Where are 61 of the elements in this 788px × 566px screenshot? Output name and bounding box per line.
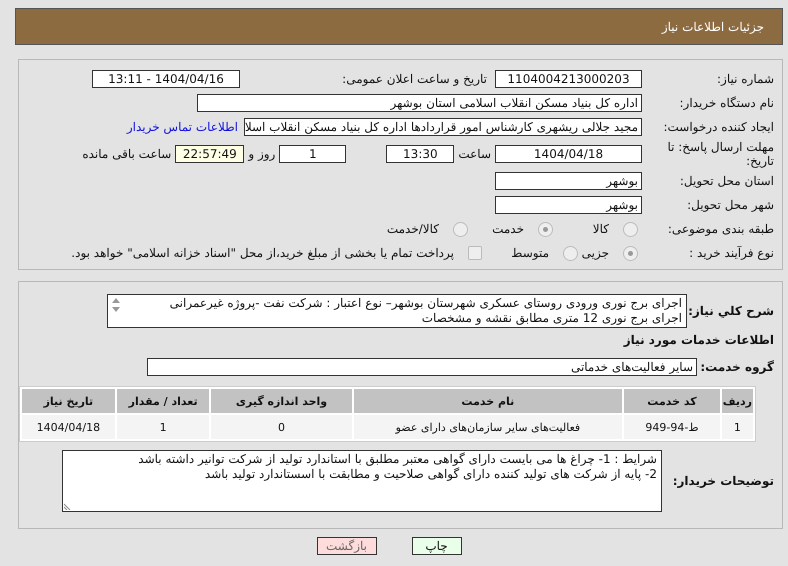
buyer-contact-link[interactable]: اطلاعات تماس خریدار (126, 120, 238, 134)
requester-field: مجید جلالی ریشهری کارشناس امور قراردادها اداره کل بنیاد مسکن انقلاب اسلا (244, 118, 642, 136)
print-button[interactable]: چاپ (412, 537, 462, 555)
field-label: شماره نیاز: (716, 72, 775, 86)
resize-grip-icon (64, 502, 72, 510)
radio-button[interactable] (623, 246, 638, 260)
column-header: کد خدمت (624, 389, 720, 413)
table-cell: 1 (116, 415, 210, 439)
description-line: اجرای برج نوری ورودی روستای عسکری شهرستان بوشهر– نوع اعتبار : شرکت نفت -پروژه غیرعمرانی (170, 296, 682, 311)
notes-line: 2- پایه از شرکت های تولید کننده دارای گواهی صلاحیت و مطابقت با اسستاندارد تولید باشد (204, 467, 657, 482)
radio-button[interactable] (563, 246, 578, 260)
table-cell: 1 (722, 415, 753, 439)
section-title: اطلاعات خدمات مورد نیاز (622, 332, 775, 348)
table-cell: ط-94-949 (624, 415, 720, 439)
column-header: تعداد / مقدار (116, 389, 210, 413)
description-line: اجرای برج نوری 12 متری مطابق نقشه و مشخصات (422, 311, 682, 326)
days-field: 1 (279, 145, 346, 163)
days-label: روز و (248, 147, 276, 161)
need-number-field: 1104004213000203 (495, 70, 642, 88)
radio-label: خدمت (492, 222, 524, 236)
field-label: توضیحات خریدار: (672, 474, 775, 488)
field-label: گروه خدمت: (699, 360, 775, 374)
table-cell: 1404/04/18 (22, 415, 115, 439)
remaining-label: ساعت باقی مانده (82, 147, 172, 161)
buyer-org-field: اداره کل بنیاد مسکن انقلاب اسلامی استان بوشهر (197, 94, 642, 112)
remaining-time-field: 22:57:49 (175, 145, 244, 163)
city-field: بوشهر (495, 196, 642, 214)
column-header: واحد اندازه گیری (211, 389, 352, 413)
field-label: نوع فرآیند خرید : (688, 246, 775, 260)
radio-button[interactable] (538, 222, 553, 236)
column-header: ردیف (722, 389, 753, 413)
table-cell: فعالیت‌های سایر سازمان‌های دارای عضو (354, 415, 622, 439)
field-label: شرح كلي نياز: (687, 304, 775, 318)
field-label: طبقه بندی موضوعی: (666, 222, 775, 236)
back-button[interactable]: بازگشت (316, 537, 376, 555)
field-label: مهلت ارسال پاسخ: تا تاریخ: (666, 140, 775, 168)
field-label: استان محل تحویل: (678, 174, 775, 188)
service-group-field: سایر فعالیت‌های خدماتی (147, 358, 697, 376)
announce-date-field: 1404/04/16 - 13:11 (92, 70, 240, 88)
field-label: ایجاد کننده درخواست: (662, 120, 775, 134)
field-label: تاریخ و ساعت اعلان عمومی: (341, 72, 488, 86)
scroll-arrows-icon (111, 297, 121, 313)
radio-button[interactable] (623, 222, 638, 236)
checkbox[interactable] (468, 246, 482, 260)
field-label: نام دستگاه خریدار: (678, 96, 775, 110)
field-label: شهر محل تحویل: (686, 198, 775, 212)
time-label: ساعت (458, 147, 491, 161)
radio-label: کالا (592, 222, 609, 236)
page-title: جزئیات اطلاعات نیاز (662, 20, 764, 34)
column-header: تاریخ نیاز (22, 389, 115, 413)
radio-button[interactable] (453, 222, 468, 236)
radio-label: جزیی (582, 246, 609, 260)
radio-label: متوسط (511, 246, 549, 260)
notes-line: شرایط : 1- چراغ ها می بایست دارای گواهی معتبر مطلبق با استاندارد تولید از شرکت توانیر داشته باشد (138, 452, 657, 467)
column-header: نام خدمت (354, 389, 622, 413)
province-field: بوشهر (495, 172, 642, 190)
radio-label: کالا/خدمت (386, 222, 439, 236)
deadline-date-field: 1404/04/18 (495, 145, 642, 163)
payment-note: پرداخت تمام یا بخشی از مبلغ خرید،از محل "اسناد خزانه اسلامی" خواهد بود. (71, 246, 454, 260)
deadline-time-field: 13:30 (386, 145, 454, 163)
table-cell: 0 (211, 415, 352, 439)
